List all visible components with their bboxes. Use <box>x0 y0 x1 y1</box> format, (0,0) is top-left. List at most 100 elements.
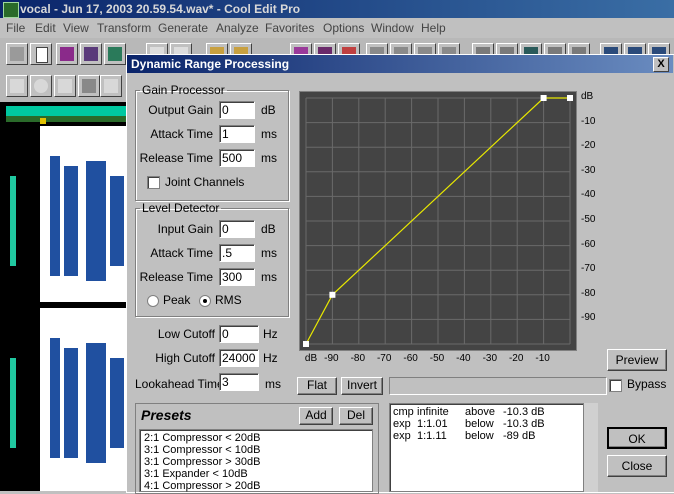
lookahead-label: Lookahead Time <box>135 377 224 391</box>
invert-button[interactable]: Invert <box>341 377 383 395</box>
menu-file[interactable]: File <box>6 21 25 35</box>
gp-attack-time-input[interactable]: 1 <box>219 125 255 143</box>
secondary-toolbar <box>0 70 126 102</box>
joint-channels-checkbox[interactable] <box>147 176 160 189</box>
rule-item[interactable]: cmp infinite above -10.3 dB <box>393 406 593 418</box>
rule-cell: above <box>465 406 495 418</box>
gp-attack-time-label: Attack Time <box>150 127 213 141</box>
presets-title: Presets <box>141 407 192 423</box>
loop-icon <box>58 79 72 93</box>
ld-release-time-input[interactable]: 300 <box>219 268 255 286</box>
gp-release-time-input[interactable]: 500 <box>219 149 255 167</box>
time-ruler-scroll[interactable] <box>6 116 130 122</box>
effect-tool-button[interactable] <box>78 75 100 97</box>
lookahead-input[interactable]: 3 <box>219 373 259 391</box>
y-tick-label: -20 <box>581 140 596 152</box>
loop-button[interactable] <box>54 75 76 97</box>
rules-scrollbar[interactable] <box>583 403 598 492</box>
dialog-close-button[interactable]: X <box>653 57 669 72</box>
time-ruler[interactable] <box>6 106 130 116</box>
menu-options[interactable]: Options <box>323 21 364 35</box>
output-gain-input[interactable]: 0 <box>219 101 255 119</box>
rule-cell: -89 dB <box>503 430 536 442</box>
delete-preset-button[interactable]: Del <box>339 407 373 425</box>
input-gain-input[interactable]: 0 <box>219 220 255 238</box>
rule-item[interactable]: exp 1:1.11 below -89 dB <box>393 430 593 442</box>
preset-item[interactable]: 3:1 Compressor < 10dB <box>144 444 368 456</box>
gp-release-time-unit: ms <box>261 151 277 165</box>
sample-tool-button[interactable] <box>6 75 28 97</box>
peak-radio[interactable] <box>147 295 159 307</box>
rule-cell: below <box>465 418 494 430</box>
playhead-marker[interactable] <box>40 118 46 124</box>
rms-radio[interactable] <box>199 295 211 307</box>
new-file-button[interactable] <box>30 43 52 65</box>
menu-view[interactable]: View <box>63 21 89 35</box>
grid-view-button[interactable] <box>80 43 102 65</box>
menu-window[interactable]: Window <box>371 21 414 35</box>
dialog-title-bar: Dynamic Range Processing X <box>127 55 673 73</box>
close-button[interactable]: Close <box>607 455 667 477</box>
track-left-channel[interactable] <box>6 126 130 302</box>
preset-item[interactable]: 3:1 Expander < 10dB <box>144 468 368 480</box>
menu-generate[interactable]: Generate <box>158 21 208 35</box>
lookahead-unit: ms <box>265 377 281 391</box>
preview-button[interactable]: Preview <box>607 349 667 371</box>
preset-item[interactable]: 2:1 Compressor < 20dB <box>144 432 368 444</box>
toggle-waveform-button[interactable] <box>6 43 28 65</box>
x-tick-label: -40 <box>456 353 471 364</box>
gain-processor-legend: Gain Processor <box>142 83 225 97</box>
rule-cell: 1:1.11 <box>417 430 447 442</box>
x-tick-label: -60 <box>403 353 418 364</box>
presets-list[interactable]: 2:1 Compressor < 20dB 3:1 Compressor < 10… <box>139 429 373 492</box>
high-cutoff-label: High Cutoff <box>155 351 215 365</box>
timer-button[interactable] <box>30 75 52 97</box>
low-cutoff-label: Low Cutoff <box>157 327 215 341</box>
output-gain-unit: dB <box>261 103 276 117</box>
flat-button[interactable]: Flat <box>297 377 337 395</box>
ld-release-time-unit: ms <box>261 270 277 284</box>
ld-release-time-label: Release Time <box>139 270 213 284</box>
menu-analyze[interactable]: Analyze <box>216 21 259 35</box>
x-tick-label: dB <box>304 353 318 364</box>
gp-release-time-label: Release Time <box>139 151 213 165</box>
app-icon <box>3 2 19 18</box>
menu-favorites[interactable]: Favorites <box>265 21 314 35</box>
add-preset-button[interactable]: Add <box>299 407 333 425</box>
waveform-icon <box>10 47 24 61</box>
menu-transform[interactable]: Transform <box>97 21 151 35</box>
input-gain-unit: dB <box>261 222 276 236</box>
track-right-channel[interactable] <box>6 308 130 491</box>
y-tick-label: -60 <box>581 238 596 250</box>
multitrack-button[interactable] <box>56 43 78 65</box>
waveform-segment <box>110 358 124 448</box>
menu-edit[interactable]: Edit <box>35 21 56 35</box>
ok-button[interactable]: OK <box>607 427 667 449</box>
high-cutoff-input[interactable]: 24000 <box>219 349 259 367</box>
preset-item[interactable]: 4:1 Compressor > 20dB <box>144 480 368 492</box>
x-tick-label: -50 <box>429 353 445 364</box>
rule-cell: exp <box>393 430 411 442</box>
dynamic-range-dialog: Dynamic Range Processing X Gain Processo… <box>126 54 674 494</box>
ld-attack-time-input[interactable]: .5 <box>219 244 255 262</box>
low-cutoff-input[interactable]: 0 <box>219 325 259 343</box>
waveform-segment <box>10 358 16 448</box>
rule-item[interactable]: exp 1:1.01 below -10.3 dB <box>393 418 593 430</box>
cd-view-button[interactable] <box>104 43 126 65</box>
waveform-segment <box>110 176 124 266</box>
waveform-segment <box>50 156 60 276</box>
output-gain-label: Output Gain <box>148 103 213 117</box>
bypass-label: Bypass <box>627 377 667 391</box>
menu-help[interactable]: Help <box>421 21 446 35</box>
rules-list[interactable]: cmp infinite above -10.3 dB exp 1:1.01 below -1… <box>389 403 597 492</box>
bypass-checkbox[interactable] <box>609 379 622 392</box>
rule-cell: exp <box>393 418 411 430</box>
x-tick-label: -20 <box>508 353 524 364</box>
wave-tool-button[interactable] <box>100 75 122 97</box>
y-tick-label: -10 <box>581 115 596 127</box>
app-title-bar: vocal - Jun 17, 2003 20.59.54.wav* - Coo… <box>0 0 674 18</box>
rule-cell: infinite <box>417 406 449 418</box>
rule-cell: -10.3 dB <box>503 406 545 418</box>
y-tick-label: -40 <box>581 189 596 201</box>
preset-item[interactable]: 3:1 Compressor > 30dB <box>144 456 368 468</box>
